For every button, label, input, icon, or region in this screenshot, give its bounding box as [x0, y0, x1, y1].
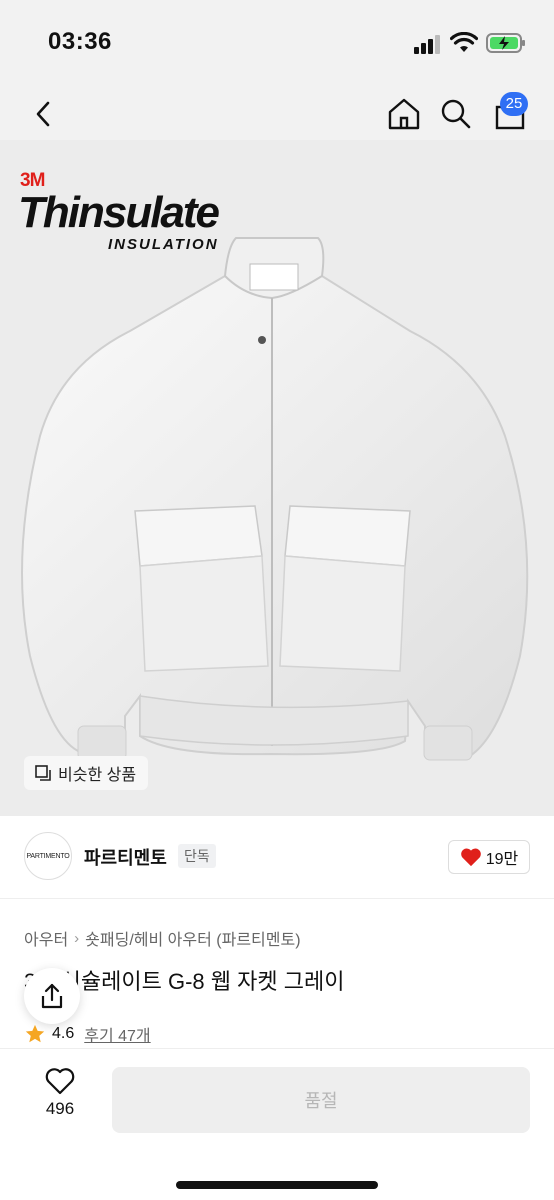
reviews-link[interactable]: 후기 47개	[84, 1022, 150, 1046]
home-icon	[388, 98, 420, 130]
battery-charging-icon	[486, 33, 525, 53]
wifi-icon	[450, 32, 478, 52]
heart-outline-icon	[45, 1068, 75, 1095]
home-indicator	[176, 1181, 378, 1189]
product-image[interactable]: 3M Thinsulate INSULATION 비슷한 상품	[0, 140, 554, 816]
wishlist-count: 496	[45, 1099, 75, 1118]
brand-row: PARTIMENTO 파르티멘토 단독 19만	[0, 832, 554, 882]
rating-value: 4.6	[52, 1025, 75, 1042]
share-icon	[41, 983, 63, 1009]
search-button[interactable]	[436, 94, 476, 134]
brand-name[interactable]: 파르티멘토	[84, 844, 167, 870]
star-icon	[25, 1024, 45, 1043]
chevron-right-icon: ›	[74, 929, 80, 947]
breadcrumb: 아우터 › 숏패딩/헤비 아우터 (파르티멘토)	[24, 926, 301, 950]
breadcrumb-category[interactable]: 아우터	[24, 926, 68, 950]
like-button[interactable]: 19만	[448, 840, 530, 874]
soldout-button[interactable]: 품절	[112, 1067, 530, 1133]
similar-products-button[interactable]: 비슷한 상품	[24, 756, 149, 790]
search-icon	[441, 99, 471, 129]
brand-avatar-text: PARTIMENTO	[26, 852, 70, 860]
divider	[0, 898, 554, 899]
bottom-bar: 496 품절	[0, 1048, 554, 1200]
similar-products-label: 비슷한 상품	[58, 767, 137, 784]
status-time: 03:36	[48, 28, 112, 55]
exclusive-badge: 단독	[178, 844, 216, 868]
jacket-illustration	[21, 237, 529, 761]
rating-row: 4.6 후기 47개	[24, 1022, 151, 1046]
brand-avatar[interactable]: PARTIMENTO	[24, 832, 72, 880]
share-button[interactable]	[24, 968, 80, 1024]
signal-icon	[414, 35, 440, 54]
status-bar: 03:36	[0, 0, 554, 88]
cart-count-badge: 25	[500, 92, 528, 116]
top-nav	[0, 88, 554, 140]
copy-icon	[35, 765, 51, 781]
wishlist-button[interactable]: 496	[34, 1067, 86, 1119]
back-button[interactable]	[26, 94, 60, 134]
heart-icon	[460, 848, 481, 867]
like-count: 19만	[485, 851, 519, 868]
home-button[interactable]	[384, 94, 424, 134]
breadcrumb-subcategory[interactable]: 숏패딩/헤비 아우터 (파르티멘토)	[85, 926, 300, 950]
chevron-left-icon	[36, 101, 50, 127]
